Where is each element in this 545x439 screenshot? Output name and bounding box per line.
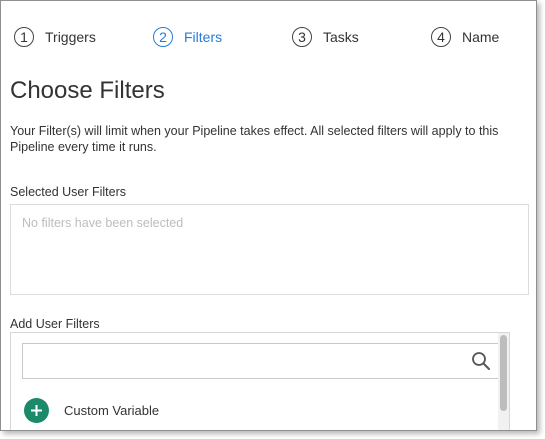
filter-search-box [22, 343, 500, 379]
filter-option-label: Custom Variable [64, 402, 160, 418]
page-description: Your Filter(s) will limit when your Pipe… [10, 124, 499, 154]
filter-search-input[interactable] [23, 344, 463, 378]
page-title: Choose Filters [10, 77, 165, 104]
step-label: Name [462, 29, 500, 45]
selected-filters-box: No filters have been selected [10, 204, 529, 295]
filter-option-custom-variable[interactable]: Custom Variable [24, 397, 159, 423]
step-triggers[interactable]: 1 Triggers [14, 25, 96, 49]
plus-icon[interactable] [24, 397, 49, 423]
step-filters[interactable]: 2 Filters [153, 25, 222, 49]
empty-filters-message: No filters have been selected [22, 216, 184, 230]
add-filters-panel: Custom Variable [10, 332, 510, 430]
pipeline-wizard-panel: 1 Triggers 2 Filters 3 Tasks 4 Name Choo… [0, 0, 537, 431]
step-label: Tasks [323, 29, 359, 45]
step-name[interactable]: 4 Name [431, 25, 499, 49]
add-filters-label: Add User Filters [10, 317, 100, 331]
search-icon[interactable] [471, 351, 491, 371]
step-number: 2 [153, 27, 173, 47]
step-label: Triggers [45, 29, 96, 45]
step-number: 3 [292, 27, 312, 47]
step-number: 1 [14, 27, 34, 47]
wizard-steps: 1 Triggers 2 Filters 3 Tasks 4 Name [14, 25, 536, 51]
step-label: Filters [184, 29, 223, 45]
scrollbar-thumb[interactable] [500, 335, 507, 411]
selected-filters-label: Selected User Filters [10, 185, 127, 199]
step-number: 4 [431, 27, 451, 47]
step-tasks[interactable]: 3 Tasks [292, 25, 359, 49]
scrollbar[interactable] [498, 333, 509, 430]
